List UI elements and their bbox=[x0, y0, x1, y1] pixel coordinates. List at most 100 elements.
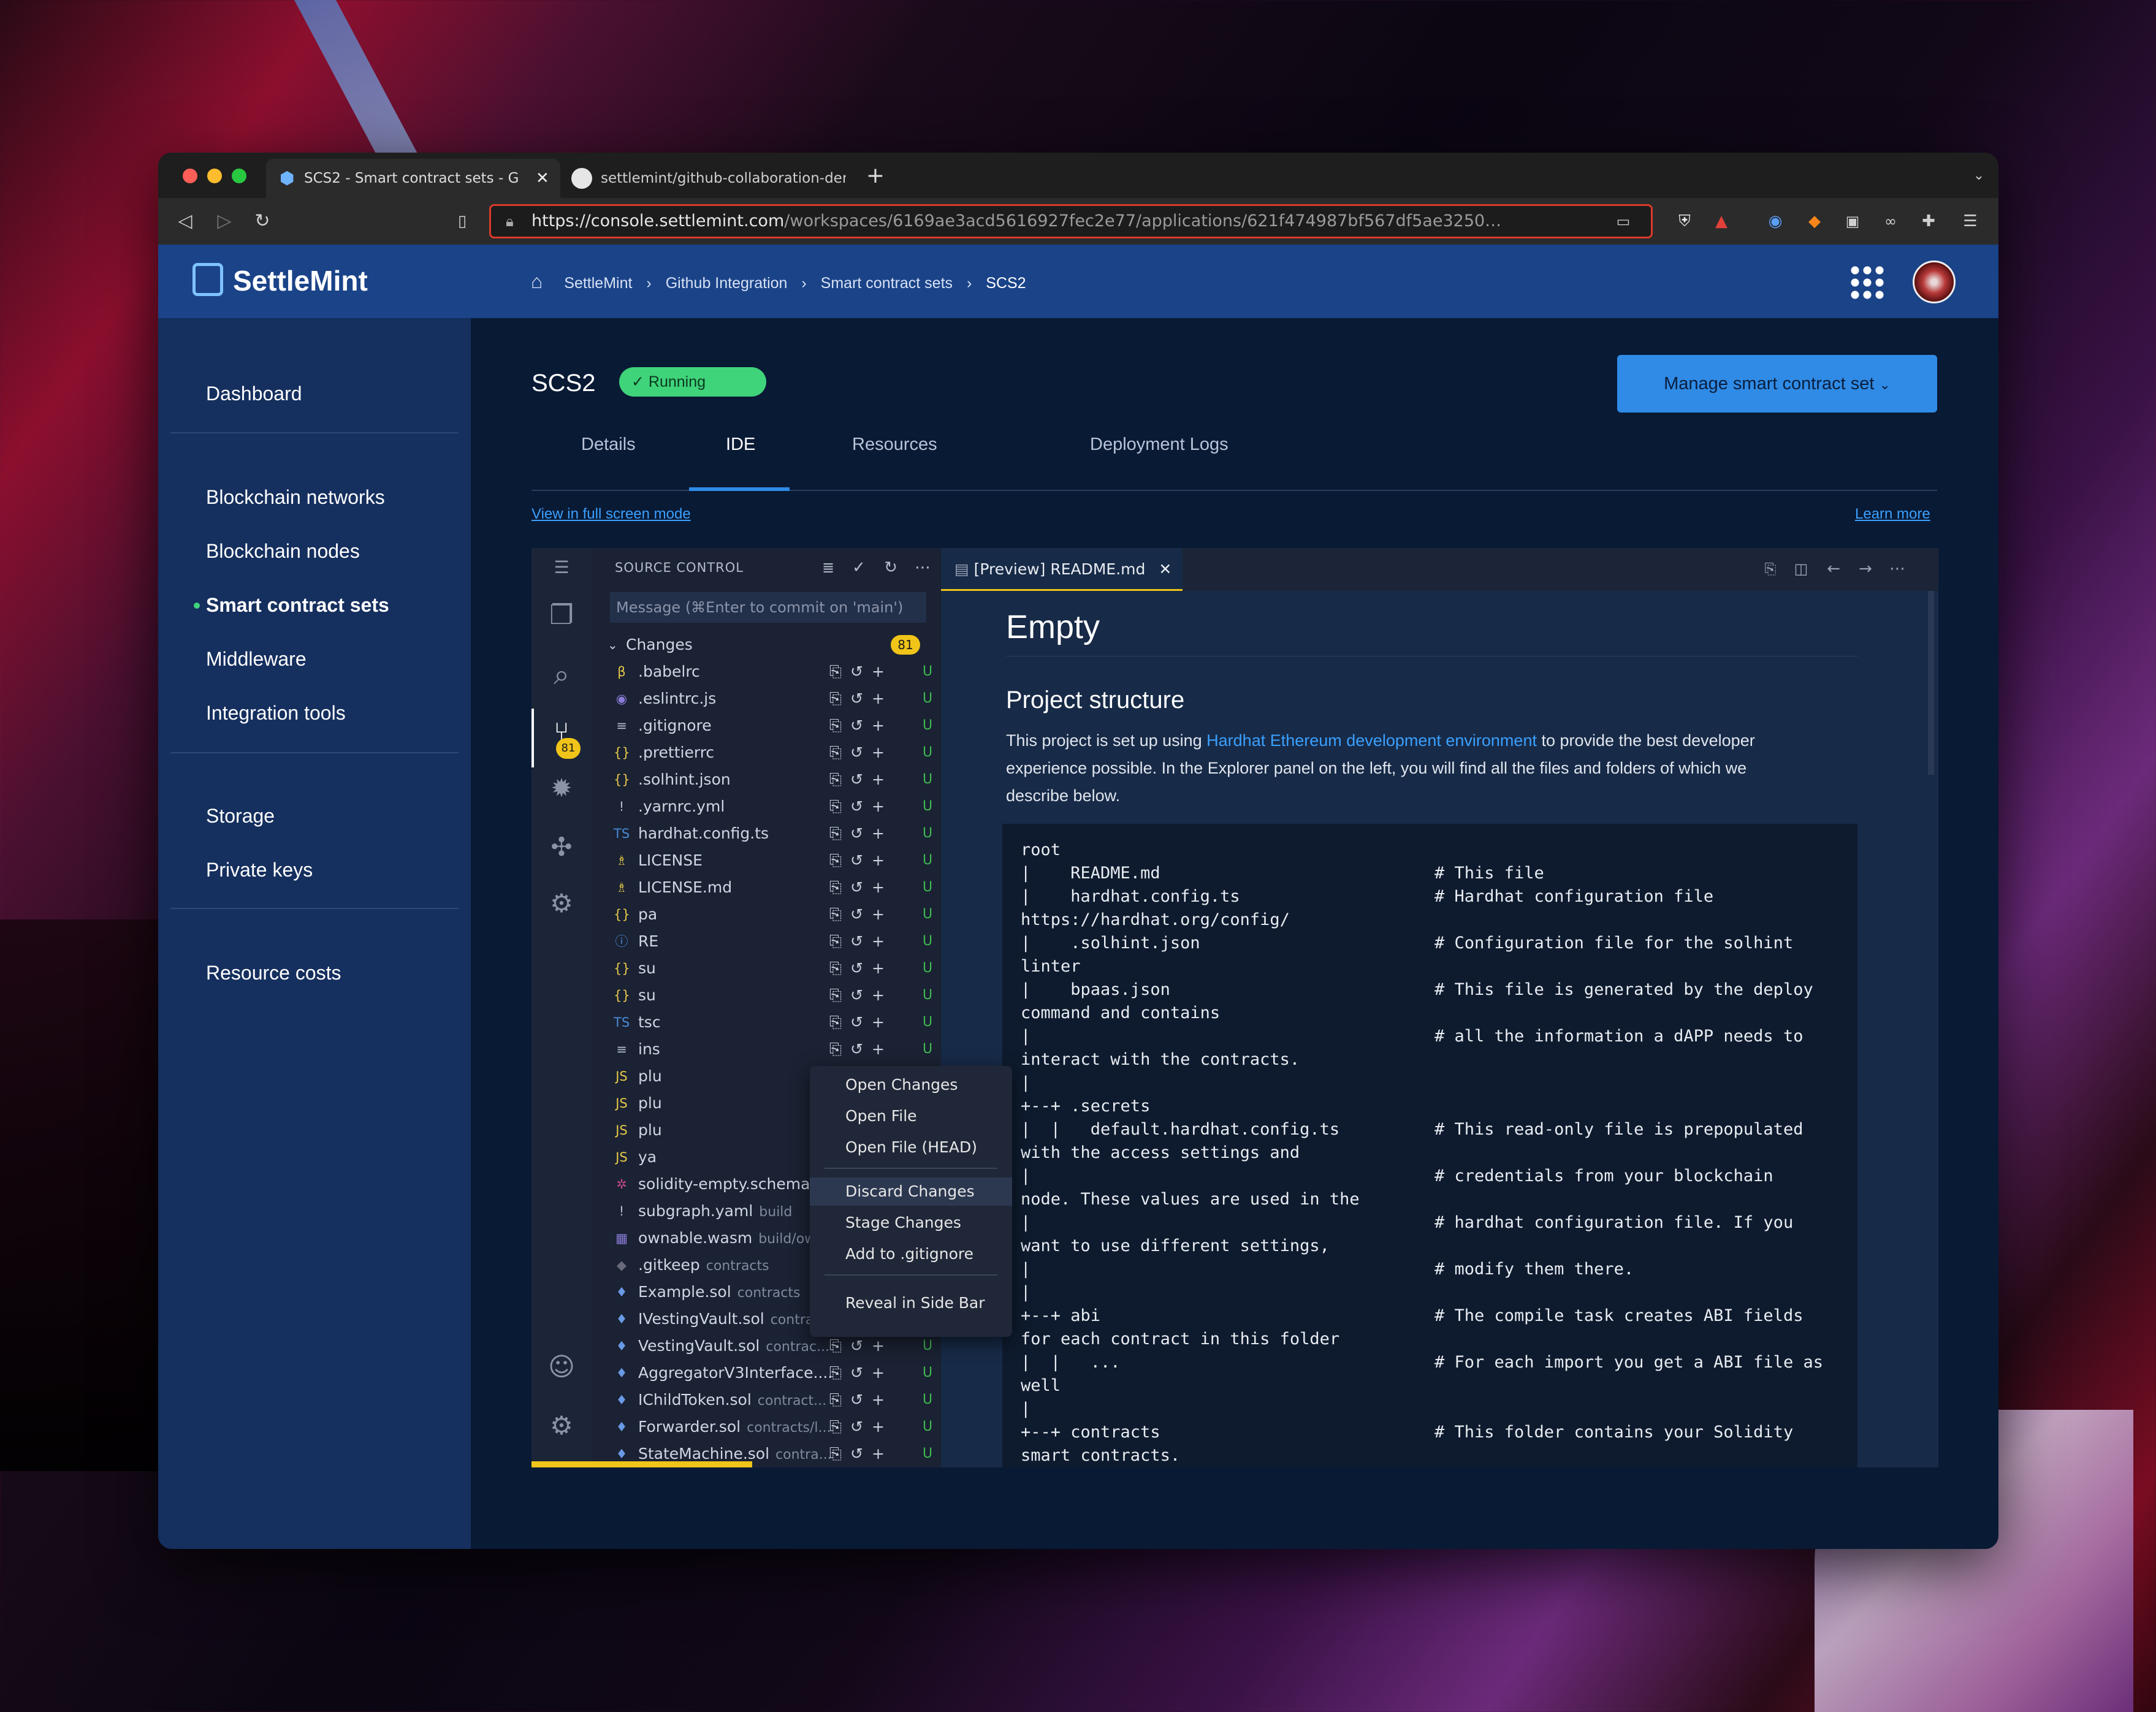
file-change-row[interactable]: ≡ .gitignore ⎘↺+ U bbox=[592, 712, 941, 739]
file-row-actions[interactable]: ⎘↺+ bbox=[829, 766, 915, 793]
metamask-extension-icon[interactable]: ◆ bbox=[1802, 209, 1827, 234]
file-row-actions[interactable]: ⎘↺+ bbox=[829, 658, 915, 685]
sidebar-item-smart-contract-sets[interactable]: Smart contract sets bbox=[206, 594, 389, 617]
address-bar[interactable]: 🔒︎ https://console.settlemint.com/worksp… bbox=[489, 204, 1653, 238]
file-row-actions[interactable]: ⎘↺+ bbox=[829, 874, 915, 901]
go-forward-icon[interactable]: → bbox=[1854, 557, 1876, 581]
file-change-row[interactable]: ≡ ins ⎘↺+ U bbox=[592, 1036, 941, 1063]
extension-icon[interactable]: ▣ bbox=[1840, 209, 1865, 234]
file-row-actions[interactable]: ⎘↺+ bbox=[829, 1036, 915, 1063]
file-change-row[interactable]: β .babelrc ⎘↺+ U bbox=[592, 658, 941, 685]
more-actions-icon[interactable]: ⋯ bbox=[912, 555, 934, 580]
file-change-row[interactable]: ♗ LICENSE.md ⎘↺+ U bbox=[592, 874, 941, 901]
minimize-window-button[interactable] bbox=[207, 169, 222, 183]
menu-item-add-to-gitignore[interactable]: Add to .gitignore bbox=[810, 1240, 1012, 1268]
home-icon[interactable]: ⌂ bbox=[531, 270, 543, 292]
close-tab-icon[interactable]: ✕ bbox=[536, 159, 549, 198]
file-change-row[interactable]: {} .solhint.json ⎘↺+ U bbox=[592, 766, 941, 793]
menu-item-open-file-head[interactable]: Open File (HEAD) bbox=[810, 1133, 1012, 1162]
settings-cogs-icon[interactable]: ⚙ bbox=[546, 891, 577, 916]
view-as-tree-icon[interactable]: ≣ bbox=[817, 555, 839, 580]
sidebar-item-resource-costs[interactable]: Resource costs bbox=[206, 962, 341, 984]
puzzle-extensions-icon[interactable]: ✚ bbox=[1916, 209, 1941, 234]
apps-grid-icon[interactable] bbox=[1849, 264, 1886, 301]
commit-check-icon[interactable]: ✓ bbox=[848, 555, 870, 580]
password-extension-icon[interactable]: ◉ bbox=[1763, 209, 1788, 234]
file-row-actions[interactable]: ⎘↺+ bbox=[829, 793, 915, 820]
explorer-files-icon[interactable]: ❐ bbox=[546, 602, 577, 629]
file-change-row[interactable]: {} su ⎘↺+ U bbox=[592, 955, 941, 982]
file-change-row[interactable]: ! .yarnrc.yml ⎘↺+ U bbox=[592, 793, 941, 820]
file-row-actions[interactable]: ⎘↺+ bbox=[829, 685, 915, 712]
brave-shield-icon[interactable]: ⛨ bbox=[1672, 209, 1697, 234]
file-row-actions[interactable]: ⎘↺+ bbox=[829, 1009, 915, 1036]
file-change-row[interactable]: ⓘ RE ⎘↺+ U bbox=[592, 928, 941, 955]
close-window-button[interactable] bbox=[183, 169, 197, 183]
search-icon[interactable]: ⌕ bbox=[546, 660, 577, 688]
browser-tab[interactable]: settlemint/github-collaboration-den bbox=[564, 159, 852, 198]
file-change-row[interactable]: {} pa ⎘↺+ U bbox=[592, 901, 941, 928]
reload-icon[interactable]: ↻ bbox=[250, 209, 275, 234]
tab-list-chevron-icon[interactable]: ⌄ bbox=[1967, 164, 1991, 188]
settlemint-logo-icon[interactable] bbox=[192, 263, 223, 296]
horizontal-scrollbar[interactable] bbox=[531, 1461, 752, 1467]
changes-header[interactable]: ⌄ Changes 81 bbox=[592, 631, 941, 658]
extension-icon[interactable]: ∞ bbox=[1878, 209, 1903, 234]
file-change-row[interactable]: ♦ IChildToken.sol contract... ⎘↺+ U bbox=[592, 1387, 941, 1413]
account-icon[interactable]: ☺ bbox=[546, 1354, 577, 1380]
full-screen-link[interactable]: View in full screen mode bbox=[531, 506, 691, 523]
file-row-actions[interactable]: ⎘↺+ bbox=[829, 847, 915, 874]
new-tab-button[interactable]: + bbox=[863, 164, 888, 188]
editor-tab-readme[interactable]: ▤ [Preview] README.md ✕ bbox=[941, 548, 1183, 591]
brave-rewards-icon[interactable]: ▲ bbox=[1709, 209, 1734, 234]
sidebar-item-integration-tools[interactable]: Integration tools bbox=[206, 702, 346, 725]
breadcrumb-smart-contract-sets[interactable]: Smart contract sets bbox=[821, 275, 953, 292]
file-row-actions[interactable]: ⎘↺+ bbox=[829, 739, 915, 766]
file-change-row[interactable]: ♦ Forwarder.sol contracts/l... ⎘↺+ U bbox=[592, 1413, 941, 1440]
open-source-icon[interactable]: ⎘ bbox=[1759, 557, 1781, 581]
file-row-actions[interactable]: ⎘↺+ bbox=[829, 1440, 915, 1467]
tab-resources[interactable]: Resources bbox=[852, 435, 937, 455]
tab-ide[interactable]: IDE bbox=[726, 435, 755, 455]
file-row-actions[interactable]: ⎘↺+ bbox=[829, 955, 915, 982]
split-editor-icon[interactable]: ◫ bbox=[1790, 557, 1812, 581]
hamburger-menu-icon[interactable]: ☰ bbox=[549, 555, 574, 580]
vertical-scrollbar[interactable] bbox=[1928, 591, 1934, 775]
browser-tab-active[interactable]: ⬢ SCS2 - Smart contract sets - G ✕ bbox=[266, 159, 560, 198]
menu-item-discard-changes[interactable]: Discard Changes bbox=[810, 1177, 1012, 1206]
sidebar-item-dashboard[interactable]: Dashboard bbox=[206, 382, 302, 405]
file-change-row[interactable]: {} .prettierrc ⎘↺+ U bbox=[592, 739, 941, 766]
manage-smart-contract-set-button[interactable]: Manage smart contract set ⌄ bbox=[1617, 355, 1937, 413]
avatar[interactable] bbox=[1913, 261, 1956, 303]
file-row-actions[interactable]: ⎘↺+ bbox=[829, 928, 915, 955]
sidebar-item-middleware[interactable]: Middleware bbox=[206, 648, 307, 671]
back-icon[interactable]: ◁ bbox=[173, 209, 197, 234]
tab-details[interactable]: Details bbox=[581, 435, 636, 455]
menu-item-stage-changes[interactable]: Stage Changes bbox=[810, 1209, 1012, 1237]
commit-message-input[interactable]: Message (⌘Enter to commit on 'main') bbox=[610, 592, 926, 623]
close-tab-icon[interactable]: ✕ bbox=[1159, 560, 1171, 578]
cast-icon[interactable]: ▭ bbox=[1611, 209, 1636, 234]
extensions-icon[interactable]: ✣ bbox=[546, 834, 577, 860]
hardhat-link[interactable]: Hardhat Ethereum development environment bbox=[1206, 731, 1537, 750]
file-row-actions[interactable]: ⎘↺+ bbox=[829, 901, 915, 928]
menu-item-open-file[interactable]: Open File bbox=[810, 1102, 1012, 1130]
bookmark-icon[interactable]: ▯ bbox=[450, 209, 474, 234]
file-change-row[interactable]: TS tsc ⎘↺+ U bbox=[592, 1009, 941, 1036]
file-row-actions[interactable]: ⎘↺+ bbox=[829, 982, 915, 1009]
logo-text[interactable]: SettleMint bbox=[233, 264, 368, 297]
file-change-row[interactable]: ♦ AggregatorV3Interface.... ⎘↺+ U bbox=[592, 1360, 941, 1387]
file-change-row[interactable]: ◉ .eslintrc.js ⎘↺+ U bbox=[592, 685, 941, 712]
breadcrumb-settlemint[interactable]: SettleMint bbox=[564, 275, 632, 292]
menu-item-open-changes[interactable]: Open Changes bbox=[810, 1071, 1012, 1099]
tab-deployment-logs[interactable]: Deployment Logs bbox=[1090, 435, 1228, 455]
learn-more-link[interactable]: Learn more bbox=[1855, 506, 1930, 523]
file-change-row[interactable]: {} su ⎘↺+ U bbox=[592, 982, 941, 1009]
refresh-icon[interactable]: ↻ bbox=[880, 555, 902, 580]
debug-icon[interactable]: ✹ bbox=[546, 775, 577, 801]
file-change-row[interactable]: ♗ LICENSE ⎘↺+ U bbox=[592, 847, 941, 874]
sidebar-item-storage[interactable]: Storage bbox=[206, 805, 275, 827]
sidebar-item-private-keys[interactable]: Private keys bbox=[206, 859, 313, 881]
file-row-actions[interactable]: ⎘↺+ bbox=[829, 1387, 915, 1413]
more-actions-icon[interactable]: ⋯ bbox=[1886, 557, 1908, 581]
